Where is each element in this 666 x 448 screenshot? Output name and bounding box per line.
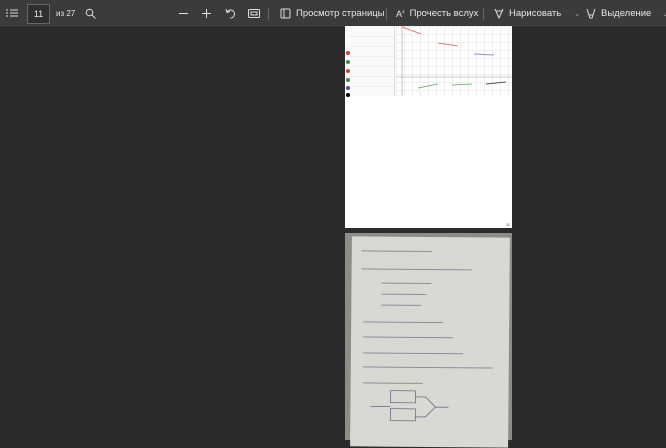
pdf-page-12-handwritten-photo xyxy=(345,233,512,448)
page-number-input[interactable]: 11 xyxy=(27,4,50,24)
page-view-button[interactable]: Просмотр страницы xyxy=(280,8,385,19)
zoom-out-icon[interactable] xyxy=(178,8,189,19)
pdf-toolbar: 11 из 27 Просмотр страницы Aა Прочесть в… xyxy=(0,0,666,28)
read-aloud-label: Прочесть вслух xyxy=(409,8,479,19)
rotate-icon[interactable] xyxy=(225,8,236,19)
highlight-label: Выделение xyxy=(601,8,652,19)
function-graph xyxy=(396,26,512,96)
read-aloud-button[interactable]: Aა Прочесть вслух xyxy=(396,8,478,19)
zoom-in-icon[interactable] xyxy=(201,8,212,19)
search-icon[interactable] xyxy=(85,8,96,19)
highlight-icon xyxy=(586,8,596,19)
handwritten-notes-image xyxy=(350,236,510,448)
chevron-down-icon[interactable]: ⌄ xyxy=(662,10,666,18)
draw-label: Нарисовать xyxy=(509,8,562,19)
fit-page-icon[interactable] xyxy=(248,8,260,19)
draw-button[interactable]: Нарисовать ⌄ xyxy=(494,8,580,19)
page-view-label: Просмотр страницы xyxy=(296,8,385,19)
pdf-page-11: 11 xyxy=(345,26,512,228)
total-pages: из 27 xyxy=(56,9,76,18)
draw-icon xyxy=(494,8,504,19)
read-aloud-icon: Aა xyxy=(396,8,405,19)
page-view-icon xyxy=(280,8,291,19)
graph-expression-list xyxy=(345,26,395,97)
chevron-down-icon[interactable]: ⌄ xyxy=(574,10,580,18)
highlight-button[interactable]: Выделение ⌄ xyxy=(586,8,666,19)
page-number-label: 11 xyxy=(505,222,510,227)
contents-icon[interactable] xyxy=(6,8,18,18)
